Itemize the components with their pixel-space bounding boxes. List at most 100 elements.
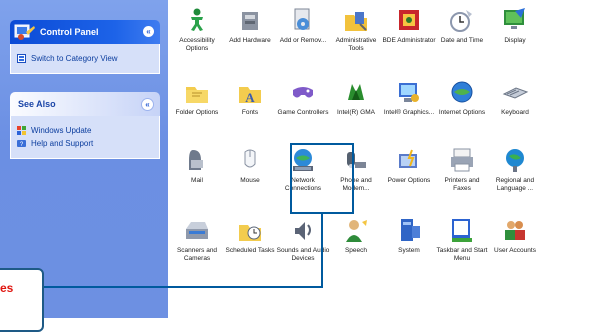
intel-graphics-icon (399, 83, 419, 102)
cp-item-display[interactable]: Display (488, 6, 542, 45)
cp-item-label: BDE Administrator (382, 37, 436, 44)
cp-item-printers-faxes[interactable]: Printers and Faxes (435, 146, 489, 193)
add-remove-programs-icon (294, 8, 310, 30)
windows-update-link[interactable]: Windows Update (17, 125, 153, 136)
cp-item-label: Speech (344, 247, 368, 254)
see-also-body: Windows Update ? Help and Support (10, 116, 160, 159)
cp-item-label: Scheduled Tasks (225, 247, 275, 254)
cp-item-label: Power Options (387, 177, 431, 184)
cp-item-label: Date and Time (440, 37, 484, 44)
fonts-icon: A (239, 87, 261, 105)
control-panel-title: Control Panel (40, 27, 99, 37)
cp-item-date-time[interactable]: Date and Time (435, 6, 489, 45)
mail-icon (189, 150, 203, 170)
cp-item-label: Folder Options (175, 109, 219, 116)
collapse-chevron-icon[interactable]: « (143, 26, 154, 37)
cp-item-intel-gma[interactable]: Intel(R) GMA (329, 78, 383, 117)
cp-item-add-remove-programs[interactable]: Add or Remov... (276, 6, 330, 45)
cp-item-label: Printers and Faxes (444, 177, 480, 192)
cp-item-power-options[interactable]: Power Options (382, 146, 436, 185)
cp-item-user-accounts[interactable]: User Accounts (488, 216, 542, 255)
intel-gma-icon (348, 84, 364, 100)
cp-item-bde-administrator[interactable]: BDE Administrator (382, 6, 436, 45)
cp-item-administrative-tools[interactable]: Administrative Tools (329, 6, 383, 53)
cp-item-internet-options[interactable]: Internet Options (435, 78, 489, 117)
cp-item-label: Intel® Graphics... (383, 109, 435, 116)
bde-administrator-icon (399, 10, 419, 30)
cp-item-label: Regional and Language ... (495, 177, 535, 192)
add-hardware-icon (242, 12, 258, 30)
callout-box (0, 268, 44, 332)
cp-item-mouse[interactable]: Mouse (223, 146, 277, 185)
control-panel-body: Switch to Category View (10, 44, 160, 74)
cp-item-label: Add or Remov... (279, 37, 327, 44)
keyboard-icon (502, 87, 529, 99)
svg-text:A: A (245, 90, 255, 105)
cp-item-system[interactable]: System (382, 216, 436, 255)
taskbar-start-menu-icon (452, 219, 472, 242)
switch-category-view-link[interactable]: Switch to Category View (17, 53, 153, 64)
cp-item-keyboard[interactable]: Keyboard (488, 78, 542, 117)
printers-faxes-icon (451, 148, 473, 172)
cp-item-speech[interactable]: Speech (329, 216, 383, 255)
control-panel-icon (14, 24, 35, 40)
cp-item-label: Administrative Tools (335, 37, 377, 52)
collapse-chevron-icon[interactable]: « (141, 98, 154, 111)
help-support-link[interactable]: ? Help and Support (17, 138, 153, 149)
cp-item-accessibility[interactable]: Accessibility Options (170, 6, 224, 53)
regional-language-icon (506, 149, 524, 172)
mouse-icon (244, 149, 256, 168)
cp-item-label: Mouse (240, 177, 260, 184)
cp-item-label: User Accounts (494, 247, 536, 254)
network-connections-highlight (290, 143, 354, 214)
power-options-icon (399, 149, 417, 168)
cp-item-label: Internet Options (438, 109, 486, 116)
cp-item-intel-graphics[interactable]: Intel® Graphics... (382, 78, 436, 117)
folder-options-icon (186, 87, 208, 103)
cp-item-label: Add Hardware (229, 37, 271, 44)
scanners-cameras-icon (186, 222, 208, 239)
category-view-icon (17, 54, 26, 63)
control-panel-panel: Control Panel « Switch to Category View (10, 20, 160, 74)
control-panel-header[interactable]: Control Panel « (10, 20, 160, 44)
see-also-header[interactable]: See Also « (10, 92, 160, 116)
cp-item-add-hardware[interactable]: Add Hardware (223, 6, 277, 45)
cp-item-label: Intel(R) GMA (337, 109, 375, 116)
cp-item-label: Accessibility Options (179, 37, 215, 52)
game-controllers-icon (293, 87, 313, 98)
cp-item-label: Keyboard (501, 109, 529, 116)
cp-item-label: Taskbar and Start Menu (436, 247, 488, 262)
cp-item-label: Mail (191, 177, 203, 184)
cp-item-label: Game Controllers (277, 109, 329, 116)
callout-text: es (0, 281, 14, 295)
cp-item-label: Fonts (241, 109, 259, 116)
cp-item-regional-language[interactable]: Regional and Language ... (488, 146, 542, 193)
cp-item-label: Scanners and Cameras (176, 247, 218, 262)
cp-item-mail[interactable]: Mail (170, 146, 224, 185)
cp-item-scanners-cameras[interactable]: Scanners and Cameras (170, 216, 224, 263)
speech-icon (346, 220, 367, 242)
windows-update-label: Windows Update (31, 126, 92, 135)
cp-item-taskbar-start-menu[interactable]: Taskbar and Start Menu (435, 216, 489, 263)
switch-category-view-label: Switch to Category View (31, 54, 118, 63)
cp-item-folder-options[interactable]: Folder Options (170, 78, 224, 117)
see-also-panel: See Also « Windows Update ? Help and Sup… (10, 92, 160, 159)
see-also-title: See Also (18, 99, 56, 109)
sounds-audio-icon (295, 222, 311, 240)
internet-options-icon (451, 81, 473, 103)
display-icon (504, 8, 525, 29)
user-accounts-icon (505, 221, 525, 240)
system-icon (401, 219, 420, 241)
cp-item-scheduled-tasks[interactable]: Scheduled Tasks (223, 216, 277, 255)
cp-item-label: System (398, 247, 420, 254)
cp-item-label: Display (504, 37, 526, 44)
administrative-tools-icon (345, 12, 367, 31)
help-support-icon: ? (17, 140, 26, 148)
accessibility-icon (191, 8, 203, 31)
windows-update-icon (17, 126, 26, 135)
callout-connector-vertical (321, 214, 323, 288)
scheduled-tasks-icon (239, 225, 261, 241)
cp-item-game-controllers[interactable]: Game Controllers (276, 78, 330, 117)
cp-item-fonts[interactable]: A Fonts (223, 78, 277, 117)
help-support-label: Help and Support (31, 139, 94, 148)
